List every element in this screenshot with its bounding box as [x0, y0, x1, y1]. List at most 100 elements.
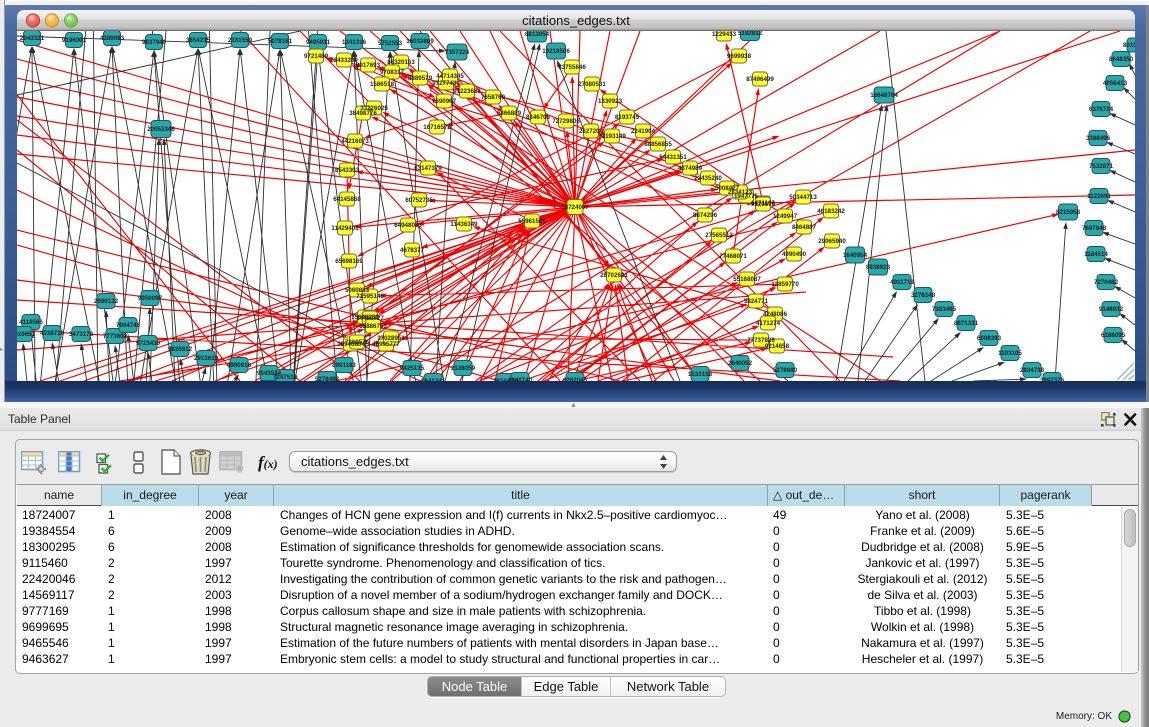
svg-text:1103105: 1103105: [998, 350, 1022, 357]
svg-text:65698169: 65698169: [335, 258, 363, 265]
svg-text:9120679: 9120679: [751, 201, 776, 208]
svg-text:2043321: 2043321: [20, 35, 45, 42]
svg-text:5752553: 5752553: [378, 40, 403, 47]
svg-text:27080531: 27080531: [578, 81, 606, 88]
svg-text:1341316: 1341316: [342, 39, 367, 46]
svg-text:55961586: 55961586: [518, 218, 546, 225]
svg-text:9637940: 9637940: [142, 39, 167, 46]
svg-text:8889579: 8889579: [408, 75, 433, 82]
svg-text:7773602: 7773602: [103, 333, 128, 340]
svg-text:9721489: 9721489: [304, 53, 329, 60]
svg-text:37028951: 37028951: [377, 335, 405, 342]
svg-text:7270482: 7270482: [1094, 279, 1119, 286]
svg-text:7383465: 7383465: [932, 306, 957, 313]
svg-text:1533158: 1533158: [688, 371, 713, 378]
svg-text:63755646: 63755646: [558, 64, 586, 71]
svg-text:86320163: 86320163: [387, 59, 415, 66]
svg-text:3997376: 3997376: [1040, 377, 1065, 381]
svg-text:77468071: 77468071: [719, 253, 747, 260]
svg-text:4911718: 4911718: [890, 279, 914, 286]
svg-text:5192832: 5192832: [738, 31, 763, 37]
svg-text:50344713: 50344713: [789, 194, 817, 201]
svg-text:8648350: 8648350: [1109, 56, 1134, 63]
svg-text:9262045: 9262045: [563, 377, 588, 381]
svg-text:5278680: 5278680: [773, 367, 798, 374]
svg-text:55168087: 55168087: [733, 276, 761, 283]
svg-text:5278498: 5278498: [315, 376, 340, 381]
svg-text:6098393: 6098393: [977, 335, 1002, 342]
svg-text:91223623: 91223623: [453, 88, 481, 95]
svg-text:8464887: 8464887: [792, 224, 817, 231]
svg-text:1841241: 1841241: [421, 378, 446, 381]
svg-text:4990916: 4990916: [227, 362, 252, 369]
svg-text:4374989: 4374989: [678, 165, 703, 172]
svg-text:2080132: 2080132: [94, 298, 119, 305]
svg-text:8010651: 8010651: [17, 331, 36, 338]
svg-text:60752735: 60752735: [405, 197, 433, 204]
svg-text:9708317: 9708317: [380, 69, 405, 76]
svg-text:18724007: 18724007: [561, 204, 589, 211]
svg-text:11429401: 11429401: [331, 225, 359, 232]
svg-text:3278248: 3278248: [911, 292, 936, 299]
svg-text:6376724: 6376724: [1089, 106, 1114, 113]
svg-text:8874296: 8874296: [693, 212, 718, 219]
svg-text:4248086: 4248086: [763, 311, 788, 318]
svg-text:1184514: 1184514: [1084, 251, 1108, 258]
svg-text:6466889: 6466889: [497, 110, 522, 117]
svg-text:19218506: 19218506: [542, 48, 570, 55]
svg-text:7532871: 7532871: [1089, 163, 1114, 170]
svg-text:2128059: 2128059: [451, 365, 476, 372]
svg-text:7247510: 7247510: [273, 374, 298, 381]
svg-text:4678377: 4678377: [400, 247, 425, 254]
svg-text:8938923: 8938923: [866, 264, 891, 271]
svg-text:23435240: 23435240: [694, 175, 722, 182]
svg-text:1229413: 1229413: [712, 31, 737, 38]
svg-text:16648764: 16648764: [870, 92, 898, 99]
svg-text:2913619: 2913619: [194, 355, 219, 362]
svg-text:2834738: 2834738: [1020, 367, 1045, 374]
svg-text:7064746: 7064746: [116, 322, 141, 329]
svg-text:2334123: 2334123: [728, 189, 753, 196]
svg-text:4990490: 4990490: [782, 251, 807, 258]
svg-text:8871331: 8871331: [954, 320, 979, 327]
svg-text:44714345: 44714345: [436, 73, 464, 80]
svg-text:7697848: 7697848: [1082, 225, 1107, 232]
svg-text:46995777: 46995777: [372, 341, 400, 348]
svg-text:7357224: 7357224: [445, 49, 470, 56]
svg-text:9723430: 9723430: [136, 340, 161, 347]
svg-text:3473178: 3473178: [69, 331, 94, 338]
svg-text:87496499: 87496499: [746, 76, 774, 83]
svg-text:1586518: 1586518: [370, 81, 395, 88]
svg-text:4056413: 4056413: [1103, 80, 1128, 87]
svg-text:8346706: 8346706: [526, 114, 551, 121]
svg-text:64145868: 64145868: [333, 196, 361, 203]
svg-text:2640052: 2640052: [728, 360, 753, 367]
svg-text:97277434: 97277434: [432, 80, 460, 87]
svg-text:9699938: 9699938: [727, 53, 752, 60]
svg-text:14499727: 14499727: [356, 315, 384, 322]
svg-text:8015430: 8015430: [1123, 42, 1135, 49]
svg-text:63147379: 63147379: [414, 165, 442, 172]
svg-text:8813054: 8813054: [525, 31, 550, 38]
svg-text:8917693: 8917693: [356, 62, 381, 69]
svg-text:5078161: 5078161: [268, 38, 293, 45]
svg-text:7658760: 7658760: [481, 94, 506, 101]
svg-text:9196001: 9196001: [62, 37, 87, 44]
svg-text:9148932: 9148932: [1099, 306, 1124, 313]
svg-text:2161559: 2161559: [228, 37, 253, 44]
svg-text:11436349: 11436349: [450, 221, 478, 228]
svg-text:3654235: 3654235: [186, 37, 211, 44]
svg-text:8543303: 8543303: [335, 167, 360, 174]
svg-text:3388496: 3388496: [1086, 135, 1111, 142]
svg-text:8193745: 8193745: [615, 114, 640, 121]
svg-text:9820812: 9820812: [168, 346, 193, 353]
svg-text:5824771: 5824771: [744, 298, 769, 305]
svg-text:9214658: 9214658: [765, 343, 790, 350]
svg-text:54431351: 54431351: [659, 154, 687, 161]
svg-text:4171274: 4171274: [756, 320, 781, 327]
svg-text:13859770: 13859770: [771, 281, 799, 288]
svg-text:9495931: 9495931: [306, 39, 331, 46]
svg-text:28702621: 28702621: [600, 272, 628, 279]
svg-text:27565512: 27565512: [705, 232, 733, 239]
svg-text:9050097: 9050097: [138, 295, 163, 302]
